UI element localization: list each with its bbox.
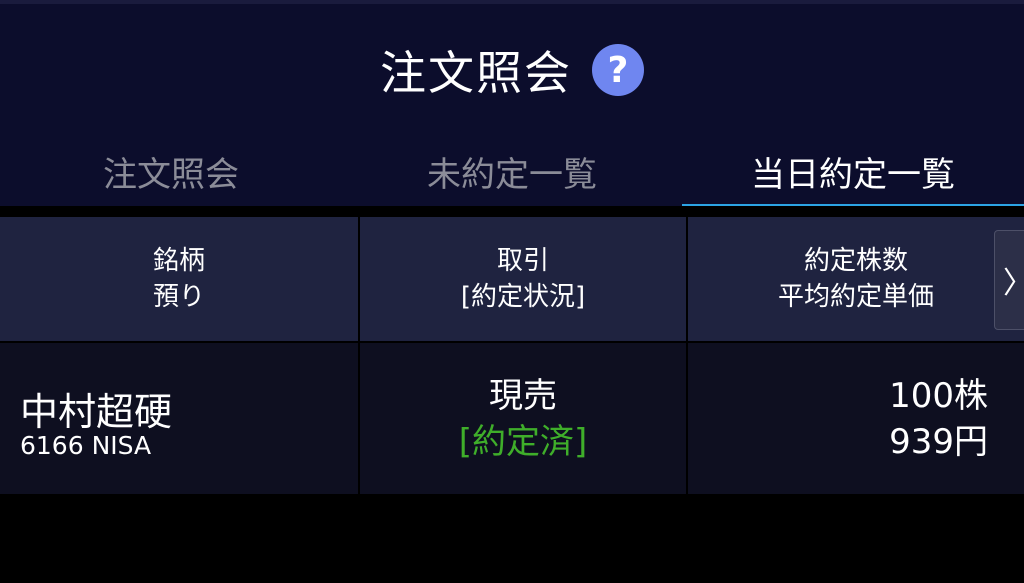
column-header-quantity-price: 約定株数 平均約定単価 [688, 217, 1024, 341]
stock-code-account: 6166 NISA [20, 431, 152, 460]
column-header-line2: 平均約定単価 [777, 282, 934, 312]
column-header-line2: 預り [152, 282, 205, 312]
table-row-cell-trade[interactable]: 現売 [約定済] [360, 343, 686, 494]
next-columns-button[interactable]: 〉 [994, 230, 1024, 330]
column-header-line2: [約定状況] [460, 282, 586, 312]
column-header-line1: 約定株数 [803, 246, 908, 276]
column-header-trade: 取引 [約定状況] [360, 217, 686, 341]
help-icon[interactable]: ? [592, 44, 644, 96]
column-header-stock: 銘柄 預り [0, 217, 358, 341]
tab-order-inquiry[interactable]: 注文照会 [0, 142, 342, 200]
executed-quantity: 100株 [889, 375, 988, 416]
tab-today-executed-list[interactable]: 当日約定一覧 [682, 142, 1024, 200]
page-title: 注文照会 [380, 46, 572, 100]
table-row-cell-quantity-price[interactable]: 100株 939円 [688, 343, 1024, 494]
section-divider [0, 206, 1024, 216]
chevron-right-icon: 〉 [1003, 258, 1024, 302]
column-header-line1: 取引 [496, 246, 549, 276]
status-badge: [約定済] [458, 421, 588, 462]
average-price: 939円 [889, 421, 988, 462]
tab-unexecuted-list[interactable]: 未約定一覧 [342, 142, 682, 200]
app-header: 注文照会 ? 注文照会 未約定一覧 当日約定一覧 [0, 0, 1024, 210]
trade-type: 現売 [489, 375, 557, 416]
title-row: 注文照会 ? [0, 38, 1024, 102]
table-row-cell-stock[interactable]: 中村超硬 6166 NISA [0, 343, 358, 494]
stock-name: 中村超硬 [20, 390, 173, 434]
column-header-line1: 銘柄 [152, 246, 205, 276]
